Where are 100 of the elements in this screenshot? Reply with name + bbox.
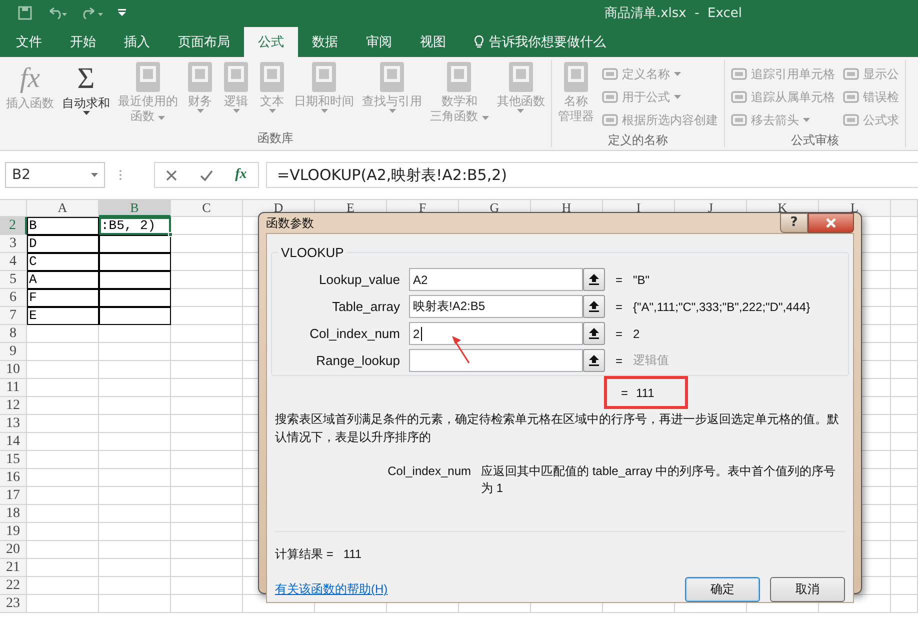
name-box[interactable]: B2 (5, 162, 105, 188)
row-header[interactable]: 21 (0, 559, 27, 577)
table-cell[interactable] (171, 325, 243, 343)
table-cell[interactable] (99, 559, 171, 577)
row-header[interactable]: 20 (0, 541, 27, 559)
table-cell[interactable] (891, 343, 918, 361)
table-cell[interactable]: :B5, 2) (99, 217, 171, 235)
table-cell[interactable]: E (27, 307, 99, 325)
row-header[interactable]: 10 (0, 361, 27, 379)
table-cell[interactable] (99, 253, 171, 271)
column-header[interactable]: C (171, 200, 243, 217)
table-cell[interactable] (891, 559, 918, 577)
row-header[interactable]: 14 (0, 433, 27, 451)
dialog-button[interactable]: 取消 (770, 577, 845, 602)
ribbon-button[interactable]: Σ 自动求和 (59, 60, 113, 129)
table-cell[interactable] (891, 595, 918, 613)
table-cell[interactable]: A (27, 271, 99, 289)
table-cell[interactable] (99, 595, 171, 613)
row-header[interactable]: 6 (0, 289, 27, 307)
table-cell[interactable] (171, 253, 243, 271)
table-cell[interactable] (171, 343, 243, 361)
table-cell[interactable] (171, 415, 243, 433)
row-header[interactable]: 13 (0, 415, 27, 433)
table-cell[interactable] (891, 487, 918, 505)
tell-me-field[interactable]: 告诉我你想要做什么 (460, 27, 620, 57)
ribbon-tab[interactable]: 开始 (56, 27, 110, 57)
table-cell[interactable] (171, 433, 243, 451)
formula-field[interactable]: =VLOOKUP(A2,映射表!A2:B5,2) (266, 162, 918, 188)
column-header[interactable] (891, 200, 918, 217)
table-cell[interactable]: C (27, 253, 99, 271)
table-cell[interactable] (99, 541, 171, 559)
help-link[interactable]: 有关该函数的帮助(H) (275, 581, 388, 598)
ribbon-tab[interactable]: 文件 (2, 27, 56, 57)
table-cell[interactable] (891, 235, 918, 253)
collapse-button[interactable] (583, 349, 605, 372)
cancel-icon[interactable] (166, 170, 178, 180)
table-cell[interactable] (99, 415, 171, 433)
table-cell[interactable] (27, 433, 99, 451)
table-cell[interactable] (171, 469, 243, 487)
table-cell[interactable] (171, 271, 243, 289)
table-cell[interactable] (891, 397, 918, 415)
table-cell[interactable] (99, 361, 171, 379)
table-cell[interactable] (171, 451, 243, 469)
row-header[interactable]: 15 (0, 451, 27, 469)
table-cell[interactable] (891, 415, 918, 433)
table-cell[interactable] (171, 523, 243, 541)
table-cell[interactable] (27, 379, 99, 397)
table-cell[interactable] (27, 541, 99, 559)
row-header[interactable]: 16 (0, 469, 27, 487)
argument-field[interactable]: 映射表!A2:B5 (409, 295, 583, 318)
table-cell[interactable] (891, 271, 918, 289)
ribbon-tab[interactable]: 页面布局 (164, 27, 244, 57)
table-cell[interactable] (99, 433, 171, 451)
row-header[interactable]: 4 (0, 253, 27, 271)
table-cell[interactable] (99, 469, 171, 487)
row-header[interactable]: 22 (0, 577, 27, 595)
collapse-button[interactable] (583, 268, 605, 291)
row-header[interactable]: 12 (0, 397, 27, 415)
ribbon-tab[interactable]: 视图 (406, 27, 460, 57)
row-header[interactable]: 18 (0, 505, 27, 523)
table-cell[interactable] (27, 397, 99, 415)
fill-handle[interactable] (168, 232, 173, 237)
table-cell[interactable] (27, 559, 99, 577)
collapse-button[interactable] (583, 295, 605, 318)
save-icon[interactable] (18, 6, 32, 20)
row-header[interactable]: 11 (0, 379, 27, 397)
table-cell[interactable] (171, 361, 243, 379)
table-cell[interactable] (27, 523, 99, 541)
row-header[interactable]: 19 (0, 523, 27, 541)
insert-function-button[interactable]: fx (235, 167, 247, 183)
table-cell[interactable] (891, 289, 918, 307)
row-header[interactable]: 17 (0, 487, 27, 505)
ribbon-tab[interactable]: 数据 (298, 27, 352, 57)
table-cell[interactable] (891, 253, 918, 271)
argument-field[interactable] (409, 349, 583, 372)
table-cell[interactable] (171, 307, 243, 325)
redo-icon[interactable] (82, 7, 104, 19)
table-cell[interactable] (171, 595, 243, 613)
table-cell[interactable] (27, 469, 99, 487)
table-cell[interactable] (891, 451, 918, 469)
table-cell[interactable]: B (27, 217, 99, 235)
column-header[interactable]: B (99, 200, 171, 217)
table-cell[interactable] (27, 595, 99, 613)
ribbon-tab[interactable]: 审阅 (352, 27, 406, 57)
table-cell[interactable] (171, 559, 243, 577)
table-cell[interactable] (891, 307, 918, 325)
row-header[interactable]: 9 (0, 343, 27, 361)
table-cell[interactable] (171, 505, 243, 523)
collapse-button[interactable] (583, 322, 605, 345)
table-cell[interactable] (891, 361, 918, 379)
row-header[interactable]: 3 (0, 235, 27, 253)
row-header[interactable]: 7 (0, 307, 27, 325)
table-cell[interactable] (99, 451, 171, 469)
table-cell[interactable] (27, 505, 99, 523)
table-cell[interactable] (891, 577, 918, 595)
table-cell[interactable] (27, 451, 99, 469)
table-cell[interactable] (27, 361, 99, 379)
table-cell[interactable] (99, 325, 171, 343)
table-cell[interactable] (99, 343, 171, 361)
help-button[interactable]: ? (780, 213, 808, 233)
